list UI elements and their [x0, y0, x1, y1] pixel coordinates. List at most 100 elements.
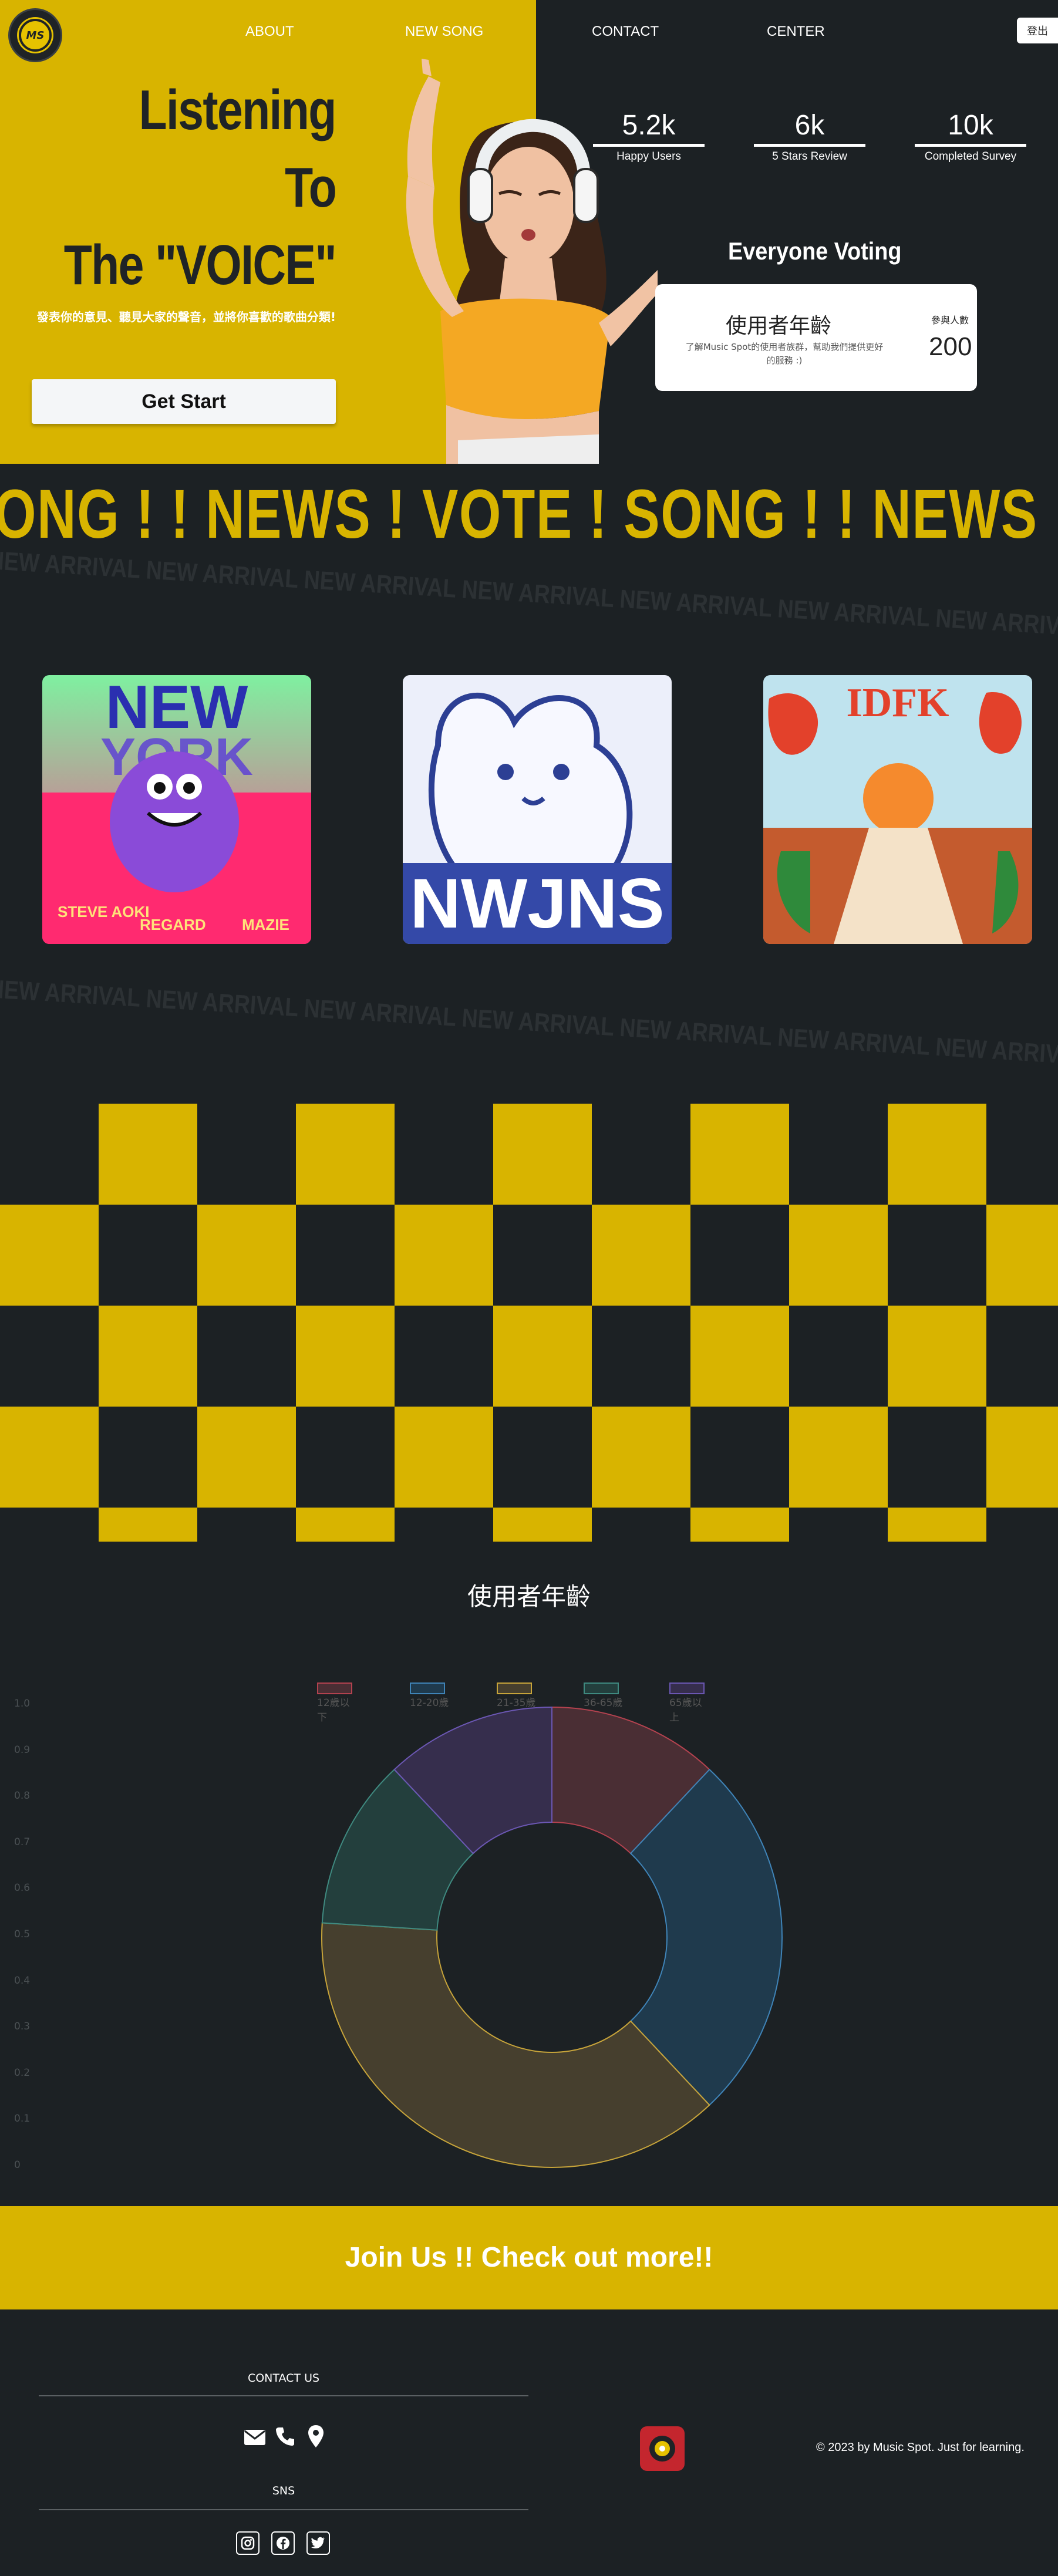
footer-logo[interactable]: [640, 2426, 685, 2471]
stat-five-stars: 6k 5 Stars Review: [754, 109, 865, 163]
stat-completed-survey: 10k Completed Survey: [915, 109, 1026, 163]
copyright-text: © 2023 by Music Spot. Just for learning.: [816, 2441, 1025, 2454]
footer-sns-heading: SNS: [272, 2484, 295, 2497]
stat-underline: [754, 144, 865, 147]
y-tick-label: 0.7: [14, 1836, 31, 1848]
legend-swatch: [317, 1683, 352, 1694]
checker-square: [592, 1407, 690, 1508]
checker-square: [690, 1306, 789, 1407]
voting-card[interactable]: 使用者年齡 了解Music Spot的使用者族群，幫助我們提供更好的服務 :) …: [655, 284, 977, 391]
album-title: NWJNS: [410, 864, 664, 943]
album-newjeans[interactable]: NWJNS: [403, 675, 672, 944]
voting-card-description: 了解Music Spot的使用者族群，幫助我們提供更好的服務 :): [685, 342, 884, 366]
new-arrival-band: NEW ARRIVAL NEW ARRIVAL NEW ARRIVAL NEW …: [0, 975, 1058, 1071]
main-nav: ABOUT NEW SONG CONTACT CENTER: [0, 23, 1058, 41]
album-artist-2: REGARD: [140, 916, 206, 933]
y-tick-label: 0.3: [14, 2021, 31, 2033]
album-title: IDFK: [847, 680, 949, 726]
checker-square: [197, 1407, 296, 1508]
voting-card-title: 使用者年齡: [725, 314, 831, 338]
checker-square: [789, 1205, 888, 1306]
footer-contact-heading: CONTACT US: [247, 2372, 320, 2385]
album-idfk[interactable]: IDFK: [763, 675, 1032, 944]
hero-section: MS ABOUT NEW SONG CONTACT CENTER 登出 List…: [0, 0, 1058, 464]
doughnut-slice[interactable]: [321, 1922, 710, 2168]
y-tick-label: 0.8: [14, 1790, 31, 1802]
checker-square: [592, 1205, 690, 1306]
checker-square: [99, 1508, 197, 1542]
join-text[interactable]: Join Us !! Check out more!!: [0, 2206, 1058, 2309]
y-tick-label: 0.1: [14, 2113, 31, 2125]
checker-square: [395, 1407, 493, 1508]
checker-square: [789, 1407, 888, 1508]
mail-icon[interactable]: [243, 2426, 267, 2449]
checker-square: [888, 1508, 986, 1542]
legend-swatch: [497, 1683, 532, 1694]
legend-swatch: [669, 1683, 705, 1694]
get-start-button[interactable]: Get Start: [32, 379, 336, 424]
checker-square: [99, 1306, 197, 1407]
phone-icon[interactable]: [274, 2425, 297, 2448]
participants-label: 參與人數: [931, 315, 969, 326]
nav-item-center[interactable]: CENTER: [767, 23, 825, 40]
stat-label: Happy Users: [616, 150, 681, 163]
checker-square: [99, 1104, 197, 1205]
location-icon[interactable]: [304, 2423, 328, 2449]
checker-square: [0, 1407, 99, 1508]
checker-pattern: [0, 1104, 1058, 1542]
album-artist-3: MAZIE: [242, 916, 289, 933]
checker-square: [888, 1104, 986, 1205]
album-artist-1: STEVE AOKI: [58, 903, 150, 921]
checker-square: [197, 1205, 296, 1306]
checker-square: [493, 1306, 592, 1407]
album-new-york[interactable]: NEW YORK STEVE AOKI REGARD MAZIE: [42, 675, 311, 944]
checker-square: [493, 1508, 592, 1542]
join-banner[interactable]: Join Us !! Check out more!!: [0, 2206, 1058, 2309]
y-tick-label: 0.4: [14, 1974, 31, 1987]
nav-item-contact[interactable]: CONTACT: [592, 23, 659, 40]
footer-divider: [39, 2509, 528, 2510]
checker-square: [888, 1306, 986, 1407]
news-marquee: ONG ! ! NEWS ! VOTE ! SONG ! ! NEWS ! VO…: [0, 464, 1058, 552]
logout-button[interactable]: 登出: [1017, 18, 1058, 43]
checker-square: [690, 1104, 789, 1205]
twitter-icon[interactable]: [306, 2531, 330, 2555]
y-tick-label: 0: [14, 2159, 21, 2171]
facebook-icon[interactable]: [271, 2531, 295, 2555]
legend-swatch: [410, 1683, 445, 1694]
nav-item-new-song[interactable]: NEW SONG: [405, 23, 483, 40]
chart-title: 使用者年齡: [467, 1582, 591, 1611]
stat-label: 5 Stars Review: [772, 150, 847, 163]
checker-square: [296, 1508, 395, 1542]
checker-square: [296, 1306, 395, 1407]
stat-underline: [593, 144, 705, 147]
stat-happy-users: 5.2k Happy Users: [593, 109, 705, 163]
checker-square: [493, 1104, 592, 1205]
voting-title: Everyone Voting: [728, 237, 902, 265]
hero-subtitle: 發表你的意見、聽見大家的聲音，並將你喜歡的歌曲分類!: [36, 310, 336, 324]
instagram-icon[interactable]: [236, 2531, 260, 2555]
checker-square: [395, 1205, 493, 1306]
footer-divider: [39, 2395, 528, 2396]
checker-square: [690, 1508, 789, 1542]
stat-value: 5.2k: [622, 110, 676, 141]
age-doughnut-chart: [321, 1706, 783, 2168]
y-tick-label: 0.5: [14, 1928, 31, 1940]
y-tick-label: 0.6: [14, 1882, 31, 1894]
checker-square: [296, 1104, 395, 1205]
nav-item-about[interactable]: ABOUT: [245, 23, 294, 40]
stat-label: Completed Survey: [924, 150, 1017, 163]
legend-swatch: [584, 1683, 619, 1694]
participants-value: 200: [929, 332, 972, 361]
headline-line-3: The "VOICE": [63, 234, 337, 296]
new-arrival-band: NEW ARRIVAL NEW ARRIVAL NEW ARRIVAL NEW …: [0, 546, 1058, 642]
headline-line-2: To: [284, 156, 337, 219]
checker-square: [986, 1205, 1058, 1306]
y-tick-label: 0.2: [14, 2066, 31, 2079]
stat-underline: [915, 144, 1026, 147]
checker-square: [0, 1205, 99, 1306]
marquee-text: ONG ! ! NEWS ! VOTE ! SONG ! ! NEWS ! VO…: [0, 476, 1058, 552]
y-tick-label: 0.9: [14, 1744, 31, 1756]
stat-value: 10k: [948, 110, 993, 141]
checker-square: [986, 1407, 1058, 1508]
